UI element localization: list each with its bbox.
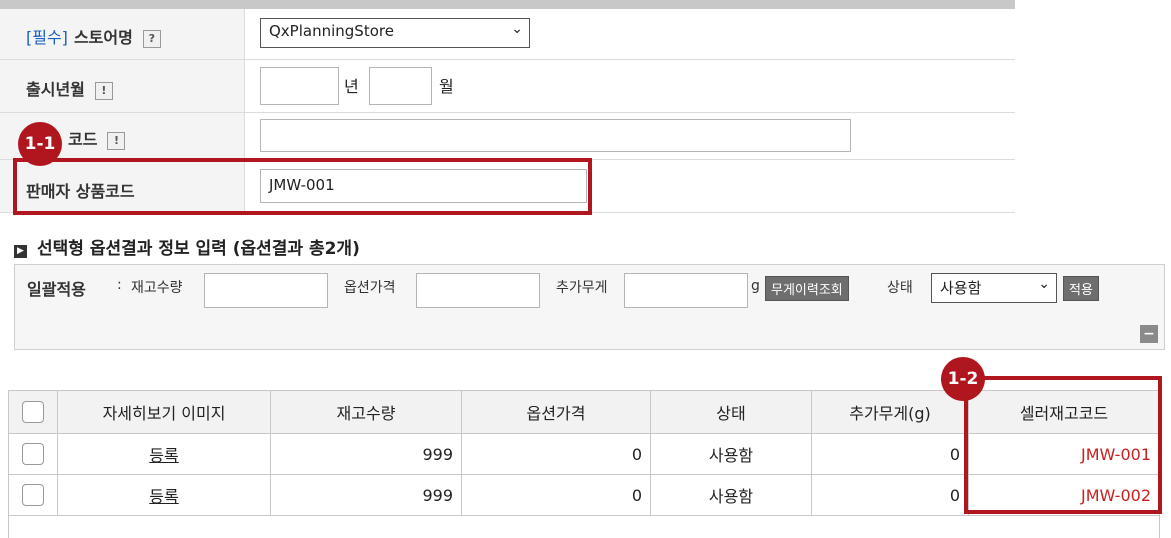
bulk-stock-input[interactable] [204, 273, 328, 308]
price-cell: 0 [461, 433, 651, 475]
weight-cell: 0 [811, 433, 969, 475]
row-checkbox[interactable] [22, 443, 44, 465]
image-cell: 등록 [57, 433, 271, 475]
store-label: [필수] 스토어명? [26, 24, 161, 48]
collapse-icon[interactable]: − [1140, 325, 1158, 343]
bulk-weight-label: 추가무게 [556, 280, 608, 296]
bulk-apply-panel: 일괄적용 : 재고수량 옵션가격 추가무게 g 무게이력조회 상태 사용함 ⌄ … [14, 264, 1165, 350]
register-image-link[interactable]: 등록 [149, 446, 178, 465]
code-input[interactable] [260, 119, 851, 152]
bulk-stock-label: 재고수량 [131, 280, 183, 296]
register-image-link[interactable]: 등록 [149, 487, 178, 506]
badge-1-1: 1-1 [18, 122, 62, 166]
info-icon[interactable]: ! [107, 131, 126, 150]
apply-button[interactable]: 적용 [1063, 276, 1099, 301]
store-select-value: QxPlanningStore [269, 22, 394, 40]
col-header-price: 옵션가격 [461, 390, 651, 434]
select-all-cell [8, 390, 58, 434]
chevron-down-icon: ⌄ [1038, 276, 1050, 292]
bulk-price-label: 옵션가격 [344, 280, 396, 296]
store-select[interactable]: QxPlanningStore ⌄ [260, 18, 530, 48]
chevron-down-icon: ⌄ [511, 21, 523, 37]
release-label-cell: 출시년월! [0, 60, 245, 112]
bulk-status-label: 상태 [887, 280, 913, 296]
status-cell: 사용함 [650, 433, 812, 475]
select-all-checkbox[interactable] [22, 401, 44, 423]
bulk-status-value: 사용함 [940, 279, 982, 297]
release-label: 출시년월! [26, 76, 113, 100]
row-select-cell [8, 433, 58, 475]
bulk-weight-unit: g [751, 278, 760, 294]
row-checkbox[interactable] [22, 484, 44, 506]
help-icon[interactable]: ? [142, 29, 161, 48]
month-input[interactable] [369, 67, 432, 105]
highlight-box-seller-stock-code [964, 376, 1162, 514]
badge-1-2: 1-2 [941, 357, 985, 401]
col-header-stock: 재고수량 [270, 390, 462, 434]
info-icon[interactable]: ! [94, 81, 113, 100]
weight-history-button[interactable]: 무게이력조회 [765, 276, 849, 301]
bulk-colon: : [117, 277, 122, 293]
col-header-image: 자세히보기 이미지 [57, 390, 271, 434]
col-header-weight: 추가무게(g) [811, 390, 969, 434]
store-row: [필수] 스토어명? QxPlanningStore ⌄ [0, 9, 1015, 60]
arrow-right-icon: ▶ [14, 245, 27, 258]
col-header-status: 상태 [650, 390, 812, 434]
required-tag: [필수] [26, 28, 68, 47]
code-label: 코드! [68, 126, 126, 150]
section-title: ▶ 선택형 옵션결과 정보 입력 (옵션결과 총2개) [14, 234, 360, 259]
code-row: 코드! [0, 113, 1015, 160]
bulk-status-select[interactable]: 사용함 ⌄ [931, 273, 1057, 303]
stock-cell: 999 [270, 433, 462, 475]
month-unit: 월 [439, 77, 454, 96]
bulk-price-input[interactable] [416, 273, 540, 308]
store-label-cell: [필수] 스토어명? [0, 9, 245, 59]
top-divider [0, 0, 1015, 9]
highlight-box-seller-code [13, 158, 592, 215]
bulk-label: 일괄적용 [27, 280, 86, 299]
year-unit: 년 [344, 77, 359, 96]
bulk-weight-input[interactable] [624, 273, 748, 308]
year-input[interactable] [260, 67, 339, 105]
release-row: 출시년월! 년 월 [0, 60, 1015, 113]
table-empty-area [8, 510, 1160, 538]
